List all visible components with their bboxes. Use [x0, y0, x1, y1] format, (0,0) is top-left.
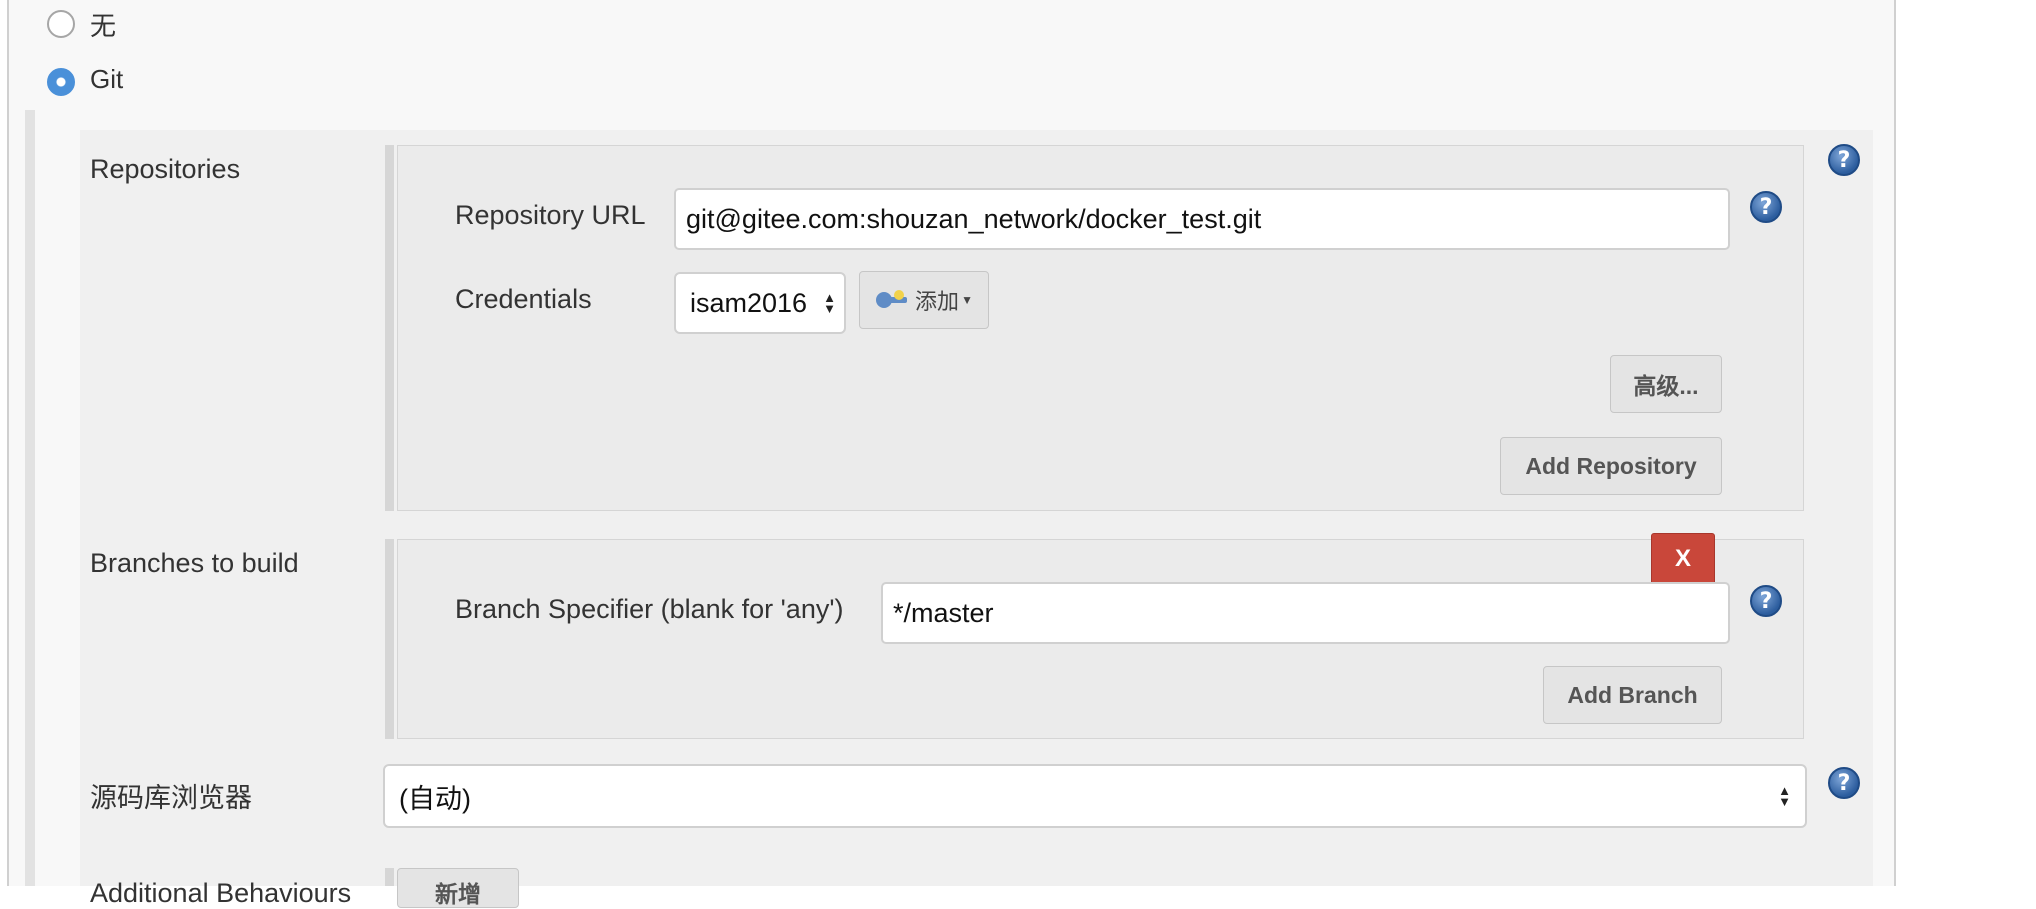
key-icon [876, 290, 908, 308]
dropdown-arrow-icon: ▲ ▼ [823, 290, 836, 316]
add-credentials-button[interactable]: 添加 ▼ [859, 271, 989, 329]
add-credentials-label: 添加 [915, 289, 960, 314]
repositories-label: Repositories [90, 154, 241, 184]
dropdown-arrow-icon: ▲ ▼ [1778, 783, 1791, 809]
branch-specifier-help-icon[interactable]: ? [1750, 585, 1782, 617]
add-behaviour-button[interactable]: 新增 [397, 868, 519, 908]
credentials-label: Credentials [455, 284, 592, 314]
add-branch-button[interactable]: Add Branch [1543, 666, 1722, 724]
credentials-value: isam2016 [690, 287, 808, 318]
branches-box-bar [385, 539, 394, 739]
git-section-bar [25, 110, 35, 886]
scm-git-radio[interactable] [47, 68, 75, 96]
additional-behaviours-label: Additional Behaviours [90, 878, 352, 908]
scm-none-label: 无 [90, 11, 117, 41]
section-border-left [7, 0, 9, 886]
repository-url-label: Repository URL [455, 200, 646, 230]
scm-none-radio[interactable] [47, 10, 75, 38]
credentials-select[interactable]: isam2016 ▲ ▼ [674, 272, 846, 334]
advanced-button[interactable]: 高级... [1610, 355, 1722, 413]
repository-url-help-icon[interactable]: ? [1750, 191, 1782, 223]
repository-browser-value: (自动) [399, 783, 471, 814]
repository-browser-select[interactable]: (自动) ▲ ▼ [383, 764, 1807, 828]
repository-browser-label: 源码库浏览器 [90, 783, 252, 813]
branch-specifier-input[interactable]: */master [881, 582, 1730, 644]
repositories-box-bar [385, 145, 394, 511]
section-border-right [1894, 0, 1896, 886]
additional-behaviours-bar [385, 868, 394, 886]
repository-browser-help-icon[interactable]: ? [1828, 767, 1860, 799]
add-repository-button[interactable]: Add Repository [1500, 437, 1722, 495]
delete-branch-button[interactable]: X [1651, 533, 1715, 585]
branch-specifier-label: Branch Specifier (blank for 'any') [455, 594, 844, 624]
branches-label: Branches to build [90, 548, 299, 578]
repository-url-input[interactable]: git@gitee.com:shouzan_network/docker_tes… [674, 188, 1730, 250]
repositories-help-icon[interactable]: ? [1828, 144, 1860, 176]
scm-git-label: Git [90, 64, 124, 94]
chevron-down-icon: ▼ [961, 293, 973, 307]
